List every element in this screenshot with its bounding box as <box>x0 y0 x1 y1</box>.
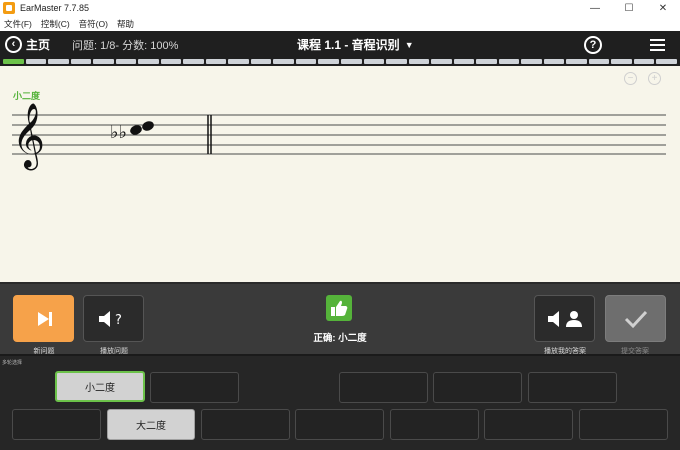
progress-segment <box>138 59 159 64</box>
menu-control[interactable]: 控制(C) <box>41 18 70 30</box>
earmaster-window: EarMaster 7.7.85 — ☐ ✕ 文件(F) 控制(C) 音符(O)… <box>0 0 680 450</box>
answer-slot[interactable] <box>390 409 479 440</box>
progress-segment <box>3 59 24 64</box>
menu-bar: 文件(F) 控制(C) 音符(O) 帮助 <box>0 16 680 31</box>
double-flat-icon: ♭♭ <box>110 122 127 143</box>
answer-slot[interactable] <box>433 372 522 403</box>
note-lower <box>130 125 142 135</box>
staff-area: − + 小二度 𝄞 ♭♭ <box>0 66 680 282</box>
svg-text:?: ? <box>115 313 122 328</box>
progress-segment <box>363 59 385 64</box>
lesson-selector[interactable]: 课程 1.1 - 音程识别 ▼ <box>297 31 414 58</box>
progress-segment <box>566 59 587 64</box>
progress-segment <box>340 59 362 64</box>
checkmark-icon <box>624 310 647 328</box>
progress-segment <box>160 59 182 64</box>
skip-next-icon <box>37 311 52 326</box>
play-question-button[interactable]: ? <box>83 295 144 342</box>
hamburger-menu-icon[interactable] <box>650 39 665 51</box>
lesson-title: 课程 1.1 - 音程识别 <box>297 38 400 52</box>
answer-slot[interactable] <box>12 409 101 440</box>
progress-segment <box>633 59 655 64</box>
progress-segment <box>431 59 452 64</box>
progress-segment <box>386 59 407 64</box>
menu-file[interactable]: 文件(F) <box>4 18 32 30</box>
question-circle-icon[interactable]: ? <box>584 36 602 54</box>
minimize-button[interactable]: — <box>578 0 612 16</box>
answer-major-second[interactable]: 大二度 <box>107 409 195 440</box>
lesson-progress-bar <box>0 58 680 66</box>
progress-segment <box>70 59 92 64</box>
progress-segment <box>93 59 114 64</box>
progress-segment <box>453 59 475 64</box>
progress-segment <box>228 59 249 64</box>
control-panel: 新问题 ? 播放问题 正确: 小二度 播放我的答案 提交答案 <box>0 282 680 355</box>
speaker-question-icon: ? <box>98 310 122 328</box>
progress-segment <box>25 59 47 64</box>
home-label: 主页 <box>26 38 51 52</box>
result-text: 正确: 小二度 <box>313 333 367 344</box>
progress-segment <box>476 59 497 64</box>
thumbs-up-icon <box>326 295 352 321</box>
music-staff: 𝄞 ♭♭ <box>12 103 666 170</box>
answer-panel: 多轮选择 小二度 大二度 <box>0 354 680 450</box>
progress-segment <box>318 59 339 64</box>
progress-segment <box>205 59 227 64</box>
treble-clef-icon: 𝄞 <box>12 103 45 170</box>
close-button[interactable]: ✕ <box>646 0 680 16</box>
question-score-status: 问题: 1/8- 分数: 100% <box>72 39 179 52</box>
progress-segment <box>588 59 610 64</box>
new-question-button[interactable] <box>13 295 74 342</box>
chevron-down-icon: ▼ <box>404 39 414 50</box>
progress-segment <box>521 59 542 64</box>
window-title: EarMaster 7.7.85 <box>20 3 90 13</box>
progress-segment <box>611 59 632 64</box>
progress-segment <box>273 59 294 64</box>
progress-segment <box>115 59 137 64</box>
progress-segment <box>408 59 430 64</box>
top-navigation: ‹ 主页 问题: 1/8- 分数: 100% 课程 1.1 - 音程识别 ▼ ? <box>0 31 680 58</box>
title-bar: EarMaster 7.7.85 — ☐ ✕ <box>0 0 680 16</box>
menu-help[interactable]: 帮助 <box>117 18 134 30</box>
speaker-person-icon <box>547 310 582 327</box>
answer-slot[interactable] <box>295 409 384 440</box>
note-upper <box>142 121 154 131</box>
progress-segment <box>250 59 272 64</box>
answer-slot[interactable] <box>528 372 617 403</box>
progress-segment <box>543 59 565 64</box>
progress-segment <box>656 59 677 64</box>
home-button[interactable]: ‹ 主页 <box>5 36 50 53</box>
earmaster-logo-icon <box>3 2 15 14</box>
progress-segment <box>48 59 69 64</box>
answer-slot[interactable] <box>484 409 573 440</box>
answer-slot[interactable] <box>579 409 668 440</box>
answers-title: 多轮选择 <box>2 360 23 366</box>
menu-notes[interactable]: 音符(O) <box>79 18 108 30</box>
submit-answer-button[interactable] <box>605 295 666 342</box>
answer-minor-second[interactable]: 小二度 <box>55 371 145 402</box>
play-my-answer-button[interactable] <box>534 295 595 342</box>
progress-segment <box>295 59 317 64</box>
back-arrow-icon: ‹ <box>5 36 22 53</box>
answer-slot[interactable] <box>150 372 239 403</box>
answer-slot[interactable] <box>201 409 290 440</box>
maximize-button[interactable]: ☐ <box>612 0 646 16</box>
window-controls: — ☐ ✕ <box>578 0 680 16</box>
progress-segment <box>183 59 204 64</box>
progress-segment <box>498 59 520 64</box>
answer-slot[interactable] <box>339 372 428 403</box>
